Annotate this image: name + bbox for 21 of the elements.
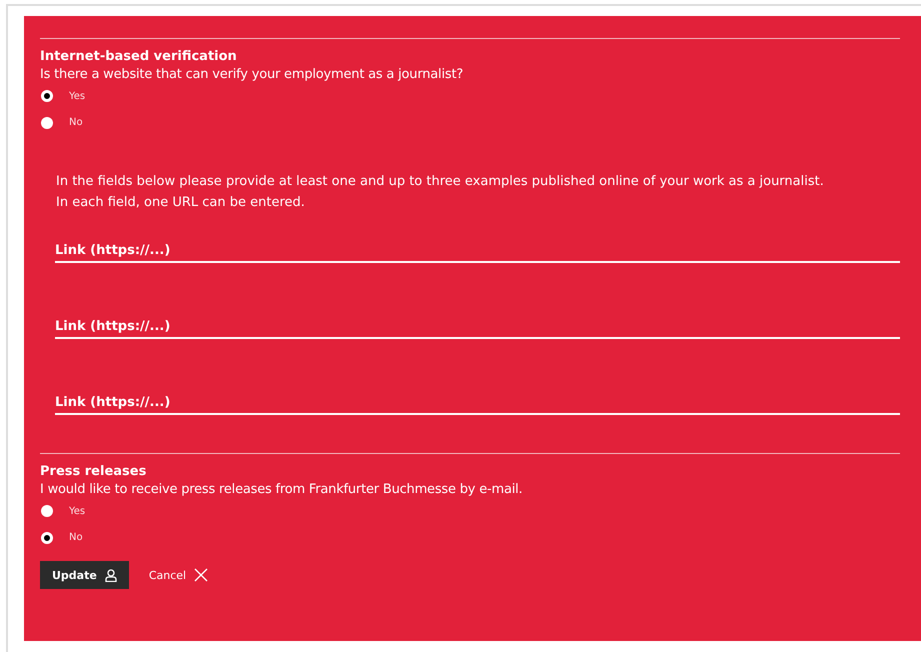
radio-button[interactable] — [41, 116, 53, 128]
update-button[interactable]: Update — [40, 561, 129, 589]
question-text: Is there a website that can verify your employment as a journalist? — [40, 66, 464, 84]
radio-label: Yes — [69, 90, 86, 102]
section-heading: Internet-based verification — [40, 48, 238, 66]
question-text: I would like to receive press releases from Frankfurter Buchmesse by e-mail. — [40, 481, 524, 499]
radio-label: No — [69, 117, 83, 128]
section-heading: Press releases — [40, 463, 148, 481]
instruction-text: In the fields below please provide at least one and up to three examples published online of your work as a journalist. — [56, 173, 825, 191]
cancel-button[interactable]: Cancel — [136, 561, 220, 589]
instruction-text: In each field, one URL can be entered. — [56, 194, 306, 212]
radio-button[interactable] — [41, 90, 53, 102]
user-icon — [104, 568, 117, 582]
link-input-field[interactable]: Link (https://...) — [55, 391, 900, 415]
link-input-field[interactable]: Link (https://...) — [55, 315, 900, 339]
radio-label: Yes — [69, 506, 86, 516]
link-input-field[interactable]: Link (https://...) — [55, 239, 900, 263]
radio-button[interactable] — [41, 532, 53, 544]
radio-label: No — [69, 532, 83, 543]
close-icon — [194, 568, 208, 582]
radio-button[interactable] — [41, 505, 53, 517]
